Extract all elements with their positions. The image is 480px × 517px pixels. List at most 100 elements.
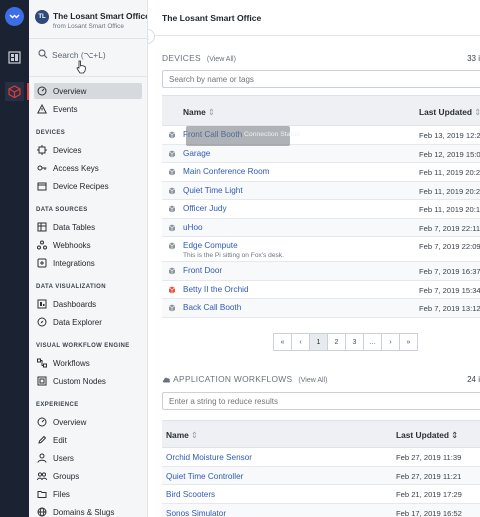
pagination-button[interactable]: 3 bbox=[345, 333, 364, 351]
nav-integrations[interactable]: Integrations bbox=[34, 255, 142, 271]
nav-label: Devices bbox=[53, 145, 82, 155]
device-name-link[interactable]: Garage bbox=[183, 149, 210, 158]
nav-events[interactable]: Events bbox=[34, 101, 142, 117]
table-row[interactable]: Officer Judy Feb 11, 2019 20:18 bbox=[162, 200, 480, 219]
col-name-header[interactable]: Name ⇕ bbox=[183, 107, 215, 117]
last-updated-cell: Feb 11, 2019 20:27 bbox=[419, 168, 480, 177]
pagination-button[interactable]: › bbox=[381, 333, 400, 351]
pagination-button[interactable]: 1 bbox=[309, 333, 328, 351]
devices-filter-input[interactable] bbox=[162, 70, 480, 88]
pagination-button[interactable]: ‹ bbox=[291, 333, 310, 351]
device-name-link[interactable]: Officer Judy bbox=[183, 204, 227, 213]
gauge-icon bbox=[37, 417, 47, 427]
table-row[interactable]: Betty II the Orchid Feb 7, 2019 15:34 bbox=[162, 281, 480, 299]
nav-section-data-sources: DATA SOURCES bbox=[36, 207, 88, 213]
explorer-icon bbox=[37, 317, 47, 327]
nav-label: Overview bbox=[53, 417, 87, 427]
last-updated-cell: Feb 13, 2019 12:26 bbox=[419, 131, 480, 140]
col-name-label: Name bbox=[183, 107, 206, 117]
nav-experience-domains[interactable]: Domains & Slugs bbox=[34, 504, 142, 517]
workflows-section-title: APPLICATION WORKFLOWS bbox=[162, 374, 292, 384]
app-title: The Losant Smart Office bbox=[53, 11, 148, 21]
losant-logo-icon[interactable] bbox=[5, 7, 24, 26]
table-row[interactable]: Sonos Simulator Feb 17, 2019 16:52 bbox=[162, 503, 480, 517]
nav-experience-groups[interactable]: Groups bbox=[34, 468, 142, 484]
col-name-header[interactable]: Name ⇕ bbox=[166, 430, 198, 440]
connection-status-icon bbox=[168, 150, 176, 158]
workflow-name-link[interactable]: Quiet Time Controller bbox=[166, 472, 243, 481]
workflow-name-link[interactable]: Sonos Simulator bbox=[166, 509, 226, 517]
col-last-updated-header[interactable]: Last Updated ⇕ bbox=[396, 430, 458, 440]
main-content: The Losant Smart Office ‹ DEVICES (View … bbox=[148, 0, 480, 517]
connection-status-icon bbox=[168, 205, 176, 213]
last-updated-cell: Feb 12, 2019 15:04 bbox=[419, 149, 480, 159]
nav-label: Files bbox=[53, 489, 70, 499]
table-row[interactable]: uHoo Feb 7, 2019 22:11 bbox=[162, 218, 480, 237]
pagination-button[interactable]: » bbox=[399, 333, 418, 351]
nav-label: Overview bbox=[53, 86, 87, 96]
nav-label: Access Keys bbox=[53, 163, 99, 173]
device-name-link[interactable]: Back Call Booth bbox=[183, 303, 241, 312]
nav-label: Data Explorer bbox=[53, 317, 102, 327]
search-label: Search (⌥+L) bbox=[52, 50, 106, 60]
app-avatar: TL bbox=[35, 10, 49, 24]
workflow-name-link[interactable]: Orchid Moisture Sensor bbox=[166, 453, 252, 462]
device-name-link[interactable]: uHoo bbox=[183, 223, 203, 232]
table-row[interactable]: Edge Compute This is the Pi sitting on Fo… bbox=[162, 237, 480, 262]
workflows-filter-input[interactable] bbox=[162, 392, 480, 410]
device-name-link[interactable]: Main Conference Room bbox=[183, 167, 269, 176]
folder-icon bbox=[37, 489, 47, 499]
nav-experience-edit[interactable]: Edit bbox=[34, 432, 142, 448]
nav-dashboards[interactable]: Dashboards bbox=[34, 296, 142, 312]
applications-rail-icon[interactable] bbox=[5, 82, 24, 101]
nav-label: Edit bbox=[53, 435, 67, 445]
table-row[interactable]: Orchid Moisture Sensor Feb 27, 2019 11:39 bbox=[162, 448, 480, 467]
nav-access-keys[interactable]: Access Keys bbox=[34, 160, 142, 176]
pagination-button[interactable]: « bbox=[273, 333, 292, 351]
connection-status-icon bbox=[168, 267, 176, 275]
devices-count: 33 i bbox=[467, 54, 480, 63]
table-row[interactable]: Quiet Time Light Feb 11, 2019 20:26 bbox=[162, 181, 480, 200]
sidebar-search[interactable]: Search (⌥+L) bbox=[38, 49, 106, 61]
table-row[interactable]: Back Call Booth Feb 7, 2019 13:12 bbox=[162, 299, 480, 318]
workflows-view-all-link[interactable]: (View All) bbox=[298, 377, 327, 384]
device-name-link[interactable]: Quiet Time Light bbox=[183, 186, 243, 195]
col-last-updated-header[interactable]: Last Updated ⇕ bbox=[419, 107, 480, 117]
nav-devices[interactable]: Devices bbox=[34, 142, 142, 158]
nav-custom-nodes[interactable]: Custom Nodes bbox=[34, 373, 142, 389]
sidebar: TL The Losant Smart Office from Losant S… bbox=[29, 0, 148, 517]
nav-data-tables[interactable]: Data Tables bbox=[34, 219, 142, 235]
nav-experience-users[interactable]: Users bbox=[34, 450, 142, 466]
workflow-name-link[interactable]: Bird Scooters bbox=[166, 490, 215, 499]
nav-experience-overview[interactable]: Overview bbox=[34, 414, 142, 430]
devices-view-all-link[interactable]: (View All) bbox=[207, 56, 236, 63]
table-row[interactable]: Front Door Feb 7, 2019 16:37 bbox=[162, 262, 480, 281]
app-header[interactable]: TL The Losant Smart Office from Losant S… bbox=[35, 9, 147, 33]
dashboard-icon bbox=[37, 299, 47, 309]
nav-webhooks[interactable]: Webhooks bbox=[34, 237, 142, 253]
nav-overview[interactable]: Overview bbox=[34, 83, 142, 99]
nav-data-explorer[interactable]: Data Explorer bbox=[34, 314, 142, 330]
dashboards-rail-icon[interactable] bbox=[5, 48, 24, 67]
pagination-button[interactable]: … bbox=[363, 333, 382, 351]
last-updated-cell: Feb 11, 2019 20:18 bbox=[419, 205, 480, 214]
nav-label: Events bbox=[53, 104, 78, 114]
device-name-link[interactable]: Betty II the Orchid bbox=[183, 285, 249, 294]
workflow-icon bbox=[37, 358, 47, 368]
table-row[interactable]: Quiet Time Controller Feb 27, 2019 11:21 bbox=[162, 466, 480, 485]
nav-workflows[interactable]: Workflows bbox=[34, 355, 142, 371]
table-row[interactable]: Main Conference Room Feb 11, 2019 20:27 bbox=[162, 163, 480, 182]
table-row[interactable]: Bird Scooters Feb 21, 2019 17:29 bbox=[162, 485, 480, 504]
last-updated-cell: Feb 7, 2019 22:09 bbox=[419, 242, 480, 251]
alert-icon bbox=[37, 104, 47, 114]
nav-experience-files[interactable]: Files bbox=[34, 486, 142, 502]
device-name-link[interactable]: Front Door bbox=[183, 266, 222, 275]
nav-device-recipes[interactable]: Device Recipes bbox=[34, 178, 142, 194]
last-updated-cell: Feb 27, 2019 11:21 bbox=[396, 471, 462, 481]
table-row[interactable]: Garage Feb 12, 2019 15:04 bbox=[162, 144, 480, 163]
nav-section-data-visualization: DATA VISUALIZATION bbox=[36, 284, 106, 290]
webhook-icon bbox=[37, 240, 47, 250]
pagination-button[interactable]: 2 bbox=[327, 333, 346, 351]
device-name-link[interactable]: Edge Compute bbox=[183, 241, 238, 250]
nav-label: Device Recipes bbox=[53, 181, 109, 191]
